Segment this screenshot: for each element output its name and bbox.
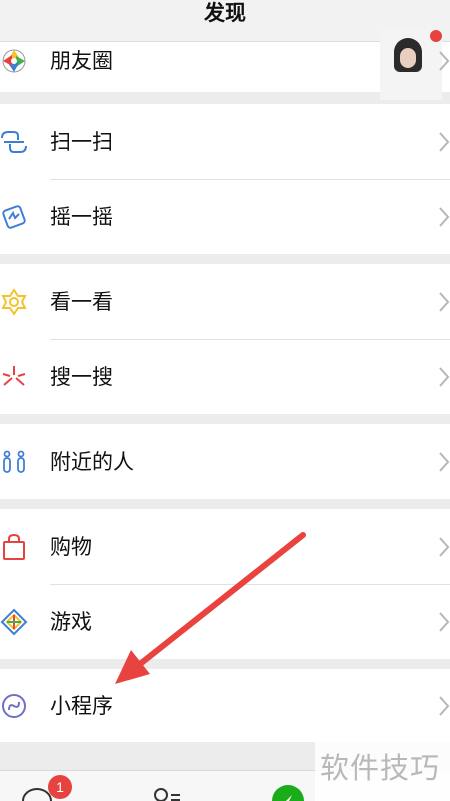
group-mini-programs: 小程序	[0, 669, 450, 742]
list-item-games[interactable]: 游戏	[0, 584, 450, 659]
game-diamond-icon	[0, 608, 28, 635]
avatar	[380, 30, 442, 100]
group-nearby: 附近的人	[0, 424, 450, 499]
chevron-right-icon	[439, 536, 450, 557]
page-title: 发现	[204, 1, 246, 25]
list-item-label: 搜一搜	[50, 364, 113, 389]
chevron-right-icon	[439, 131, 450, 152]
discover-compass-icon[interactable]	[270, 783, 306, 801]
chevron-right-icon	[439, 291, 450, 312]
watermark: 软件技巧	[320, 751, 441, 785]
list-item-moments[interactable]: 朋友圈	[0, 30, 450, 100]
list-item-search[interactable]: 搜一搜	[0, 339, 450, 414]
people-icon	[3, 450, 25, 473]
chevron-right-icon	[439, 611, 450, 632]
aperture-icon	[2, 49, 26, 73]
list-item-label: 附近的人	[50, 449, 134, 474]
shake-icon	[2, 204, 26, 229]
look-icon	[1, 287, 27, 316]
list-item-label: 摇一摇	[50, 204, 113, 229]
list-item-look[interactable]: 看一看	[0, 264, 450, 339]
chevron-right-icon	[439, 451, 450, 472]
list-item-scan[interactable]: 扫一扫	[0, 104, 450, 179]
list-item-label: 扫一扫	[50, 129, 113, 154]
mini-program-icon	[2, 693, 26, 718]
list-item-nearby[interactable]: 附近的人	[0, 424, 450, 499]
shopping-bag-icon	[3, 533, 25, 560]
list-item-mini-programs[interactable]: 小程序	[0, 669, 450, 742]
contacts-icon[interactable]	[150, 785, 184, 801]
list-item-label: 朋友圈	[50, 49, 113, 73]
group-look-search: 看一看 搜一搜	[0, 264, 450, 414]
group-scan-shake: 扫一扫 摇一摇	[0, 104, 450, 254]
chevron-right-icon	[439, 366, 450, 387]
group-moments: 朋友圈	[0, 30, 450, 100]
new-dot	[430, 30, 442, 42]
scan-icon	[1, 130, 27, 153]
list-item-shopping[interactable]: 购物	[0, 509, 450, 584]
chevron-right-icon	[439, 206, 450, 227]
list-item-shake[interactable]: 摇一摇	[0, 179, 450, 254]
chevron-right-icon	[439, 695, 450, 716]
list-item-label: 购物	[50, 534, 92, 559]
group-shopping-games: 购物 游戏	[0, 509, 450, 659]
search-star-icon	[2, 365, 26, 386]
list-item-label: 小程序	[50, 693, 113, 718]
list-item-label: 游戏	[50, 609, 92, 634]
chats-unread-badge: 1	[48, 775, 72, 799]
list-item-label: 看一看	[50, 289, 113, 314]
chevron-right-icon	[439, 51, 450, 71]
